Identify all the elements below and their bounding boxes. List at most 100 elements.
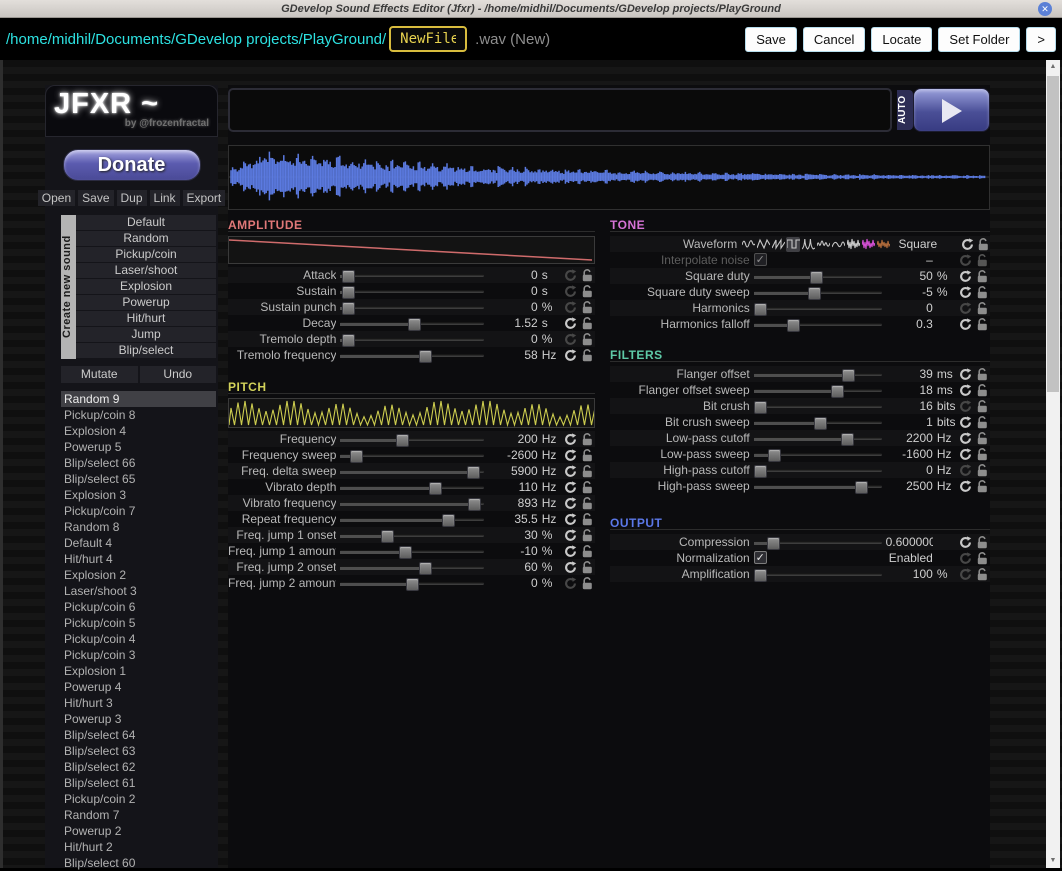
- toolbar-button-cancel[interactable]: Cancel: [803, 27, 865, 52]
- reset-icon[interactable]: [563, 464, 578, 478]
- param-slider[interactable]: [754, 307, 882, 310]
- slider-thumb[interactable]: [342, 270, 355, 283]
- vertical-scrollbar[interactable]: ▲ ▼: [1046, 60, 1060, 868]
- checkbox-checked[interactable]: ✓: [754, 551, 767, 564]
- lock-icon[interactable]: [580, 496, 595, 510]
- param-slider[interactable]: [754, 469, 882, 472]
- scrollbar-thumb[interactable]: [1047, 76, 1059, 392]
- playback-progress-bar[interactable]: [228, 88, 892, 132]
- param-slider[interactable]: [340, 582, 484, 585]
- param-slider[interactable]: [340, 566, 484, 569]
- param-slider[interactable]: [754, 275, 882, 278]
- reset-icon[interactable]: [958, 551, 973, 565]
- slider-thumb[interactable]: [855, 481, 868, 494]
- sound-list-item[interactable]: Pickup/coin 5: [61, 615, 216, 631]
- preset-button-blip-select[interactable]: Blip/select: [76, 343, 216, 358]
- mutate-button[interactable]: Mutate: [61, 366, 138, 383]
- param-slider[interactable]: [340, 486, 484, 489]
- lock-icon[interactable]: [580, 300, 595, 314]
- param-slider[interactable]: [754, 421, 882, 424]
- slider-thumb[interactable]: [810, 271, 823, 284]
- reset-icon[interactable]: [563, 348, 578, 362]
- param-slider[interactable]: [340, 518, 484, 521]
- lock-icon[interactable]: [580, 576, 595, 590]
- lock-icon[interactable]: [580, 448, 595, 462]
- preset-button-pickup-coin[interactable]: Pickup/coin: [76, 247, 216, 262]
- reset-icon[interactable]: [961, 237, 974, 251]
- param-slider[interactable]: [754, 291, 882, 294]
- slider-thumb[interactable]: [754, 303, 767, 316]
- lock-icon[interactable]: [975, 383, 990, 397]
- slider-thumb[interactable]: [808, 287, 821, 300]
- reset-icon[interactable]: [958, 383, 973, 397]
- param-slider[interactable]: [340, 534, 484, 537]
- sound-list-item[interactable]: Pickup/coin 7: [61, 503, 216, 519]
- sound-list-item[interactable]: Pickup/coin 4: [61, 631, 216, 647]
- slider-thumb[interactable]: [814, 417, 827, 430]
- sound-list-item[interactable]: Powerup 3: [61, 711, 216, 727]
- lock-icon[interactable]: [580, 284, 595, 298]
- param-slider[interactable]: [340, 290, 484, 293]
- sound-list-item[interactable]: Blip/select 62: [61, 759, 216, 775]
- waveform-brownnoise-icon[interactable]: [876, 237, 890, 252]
- slider-thumb[interactable]: [406, 578, 419, 591]
- file-button-link[interactable]: Link: [150, 190, 180, 206]
- sound-list-item[interactable]: Powerup 2: [61, 823, 216, 839]
- lock-icon[interactable]: [975, 479, 990, 493]
- slider-thumb[interactable]: [408, 318, 421, 331]
- preset-button-laser-shoot[interactable]: Laser/shoot: [76, 263, 216, 278]
- lock-icon[interactable]: [580, 268, 595, 282]
- param-slider[interactable]: [754, 323, 882, 326]
- file-button-open[interactable]: Open: [38, 190, 75, 206]
- lock-icon[interactable]: [580, 432, 595, 446]
- reset-icon[interactable]: [958, 367, 973, 381]
- reset-icon[interactable]: [563, 316, 578, 330]
- param-slider[interactable]: [754, 405, 882, 408]
- toolbar-button--[interactable]: >: [1026, 27, 1056, 52]
- waveform-tangent-icon[interactable]: [801, 237, 815, 252]
- sound-list-item[interactable]: Powerup 5: [61, 439, 216, 455]
- param-slider[interactable]: [340, 454, 484, 457]
- slider-thumb[interactable]: [768, 449, 781, 462]
- reset-icon[interactable]: [958, 535, 973, 549]
- slider-thumb[interactable]: [399, 546, 412, 559]
- slider-thumb[interactable]: [767, 537, 780, 550]
- reset-icon[interactable]: [958, 269, 973, 283]
- preset-button-explosion[interactable]: Explosion: [76, 279, 216, 294]
- slider-thumb[interactable]: [350, 450, 363, 463]
- sound-list-item[interactable]: Explosion 2: [61, 567, 216, 583]
- waveform-breaker-icon[interactable]: [831, 237, 845, 252]
- toolbar-button-set-folder[interactable]: Set Folder: [938, 27, 1020, 52]
- sound-list-item[interactable]: Random 8: [61, 519, 216, 535]
- lock-icon[interactable]: [580, 560, 595, 574]
- slider-thumb[interactable]: [429, 482, 442, 495]
- lock-icon[interactable]: [975, 567, 990, 581]
- reset-icon[interactable]: [958, 447, 973, 461]
- slider-thumb[interactable]: [442, 514, 455, 527]
- param-slider[interactable]: [340, 322, 484, 325]
- lock-icon[interactable]: [977, 237, 990, 251]
- param-slider[interactable]: [754, 573, 882, 576]
- param-slider[interactable]: [340, 470, 484, 473]
- reset-icon[interactable]: [563, 332, 578, 346]
- reset-icon[interactable]: [958, 431, 973, 445]
- play-button[interactable]: [913, 88, 990, 132]
- slider-thumb[interactable]: [381, 530, 394, 543]
- sound-list-item[interactable]: Powerup 4: [61, 679, 216, 695]
- reset-icon[interactable]: [958, 317, 973, 331]
- reset-icon[interactable]: [563, 268, 578, 282]
- reset-icon[interactable]: [563, 576, 578, 590]
- preset-button-random[interactable]: Random: [76, 231, 216, 246]
- reset-icon[interactable]: [563, 544, 578, 558]
- waveform-sine-icon[interactable]: [741, 237, 755, 252]
- sound-list-item[interactable]: Blip/select 61: [61, 775, 216, 791]
- param-slider[interactable]: [754, 437, 882, 440]
- reset-icon[interactable]: [563, 480, 578, 494]
- lock-icon[interactable]: [975, 463, 990, 477]
- reset-icon[interactable]: [563, 432, 578, 446]
- param-slider[interactable]: [754, 373, 882, 376]
- param-slider[interactable]: [754, 541, 882, 544]
- sound-list-item[interactable]: Blip/select 64: [61, 727, 216, 743]
- lock-icon[interactable]: [580, 544, 595, 558]
- reset-icon[interactable]: [958, 285, 973, 299]
